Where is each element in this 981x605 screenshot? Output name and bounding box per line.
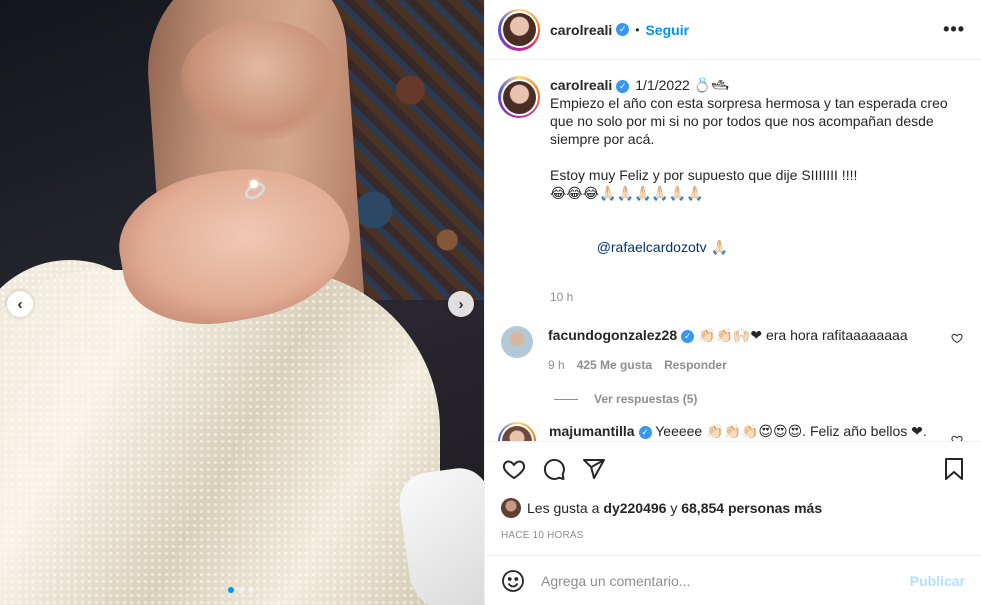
comment-avatar-image <box>502 426 532 441</box>
save-icon[interactable] <box>941 456 967 482</box>
comment-time[interactable]: 9 h <box>548 358 565 372</box>
emoji-icon[interactable] <box>501 569 525 593</box>
comment-meta: 9 h 425 Me gusta Responder <box>548 358 938 372</box>
author-username[interactable]: carolreali <box>550 22 612 38</box>
verified-badge-icon: ✓ <box>616 23 630 36</box>
follow-button[interactable]: Seguir <box>645 22 689 38</box>
caption-time[interactable]: 10 h <box>550 290 965 304</box>
author-avatar[interactable] <box>498 8 540 51</box>
comment-like-icon[interactable] <box>951 434 963 441</box>
author-avatar-image <box>502 13 536 46</box>
add-comment-bar: Publicar <box>485 555 981 605</box>
carousel-next-button[interactable]: › <box>448 291 474 317</box>
comment-item: majumantilla ✓ Yeeeee 👏🏻👏🏻👏🏻😍😍😍. Feliz añ… <box>498 422 965 441</box>
verified-badge-icon: ✓ <box>616 79 630 93</box>
comment-item: facundogonzalez28 ✓ 👏🏻👏🏻🙌🏻❤ era hora rafi… <box>498 326 965 372</box>
caption-date: 1/1/2022 💍🛥 <box>635 77 729 93</box>
like-icon[interactable] <box>501 456 527 482</box>
comment-username[interactable]: majumantilla <box>549 423 635 439</box>
caption-body: Empiezo el año con esta sorpresa hermosa… <box>550 95 948 201</box>
view-replies-button[interactable]: Ver respuestas (5) <box>554 392 965 406</box>
comment-avatar[interactable] <box>501 326 533 358</box>
comment-likes[interactable]: 425 Me gusta <box>577 358 652 372</box>
comment-input[interactable] <box>541 572 910 589</box>
verified-badge-icon: ✓ <box>681 329 695 343</box>
comment-like-icon[interactable] <box>951 332 963 347</box>
post-caption: carolreali ✓ 1/1/2022 💍🛥 Empiezo el año co… <box>498 76 965 304</box>
comments-section[interactable]: carolreali ✓ 1/1/2022 💍🛥 Empiezo el año co… <box>485 60 981 441</box>
carousel-dot <box>248 587 254 593</box>
header-separator: • <box>635 22 640 37</box>
verified-badge-icon: ✓ <box>638 425 652 439</box>
carousel-prev-button[interactable]: ‹ <box>7 291 33 317</box>
post-time[interactable]: HACE 10 HORAS <box>485 521 981 549</box>
likes-summary: Les gusta a dy220496 y 68,854 personas m… <box>485 495 981 521</box>
publish-button[interactable]: Publicar <box>910 573 965 589</box>
caption-avatar[interactable] <box>498 76 540 118</box>
likes-count[interactable]: 68,854 personas más <box>681 500 822 516</box>
likes-prefix: Les gusta a <box>527 500 600 516</box>
view-replies-line <box>554 398 578 400</box>
liker-avatar[interactable] <box>501 498 521 518</box>
post-actions <box>485 441 981 495</box>
comment-icon[interactable] <box>541 456 567 482</box>
caption-mention-suffix: 🙏🏻 <box>706 239 728 255</box>
carousel-dot <box>238 587 244 593</box>
view-replies-label: Ver respuestas (5) <box>594 392 698 406</box>
photo-ring-stone <box>250 180 258 188</box>
carousel-dots <box>228 587 254 593</box>
comment-text: Yeeeee 👏🏻👏🏻👏🏻😍😍😍. Feliz año bellos ❤. <box>651 423 927 439</box>
comment-username[interactable]: facundogonzalez28 <box>548 327 677 343</box>
caption-mention-link[interactable]: @rafaelcardozotv <box>597 239 707 255</box>
comment-text: 👏🏻👏🏻🙌🏻❤ era hora rafitaaaaaaaa <box>694 327 908 343</box>
likes-user[interactable]: dy220496 <box>603 500 666 516</box>
post-photo[interactable]: ‹ › <box>0 0 484 605</box>
photo-knee <box>180 20 340 140</box>
post-dialog: ‹ › carolreali ✓ • Seguir ••• carolreali… <box>0 0 981 605</box>
caption-username[interactable]: carolreali <box>550 77 612 93</box>
caption-avatar-image <box>502 80 536 114</box>
share-icon[interactable] <box>581 456 607 482</box>
post-side-panel: carolreali ✓ • Seguir ••• carolreali ✓ 1/1… <box>484 0 981 605</box>
likes-middle: y <box>666 500 682 516</box>
carousel-dot <box>228 587 234 593</box>
comment-avatar[interactable] <box>498 422 536 441</box>
post-header: carolreali ✓ • Seguir ••• <box>485 0 981 60</box>
comment-reply-button[interactable]: Responder <box>664 358 727 372</box>
more-options-icon[interactable]: ••• <box>943 19 965 40</box>
